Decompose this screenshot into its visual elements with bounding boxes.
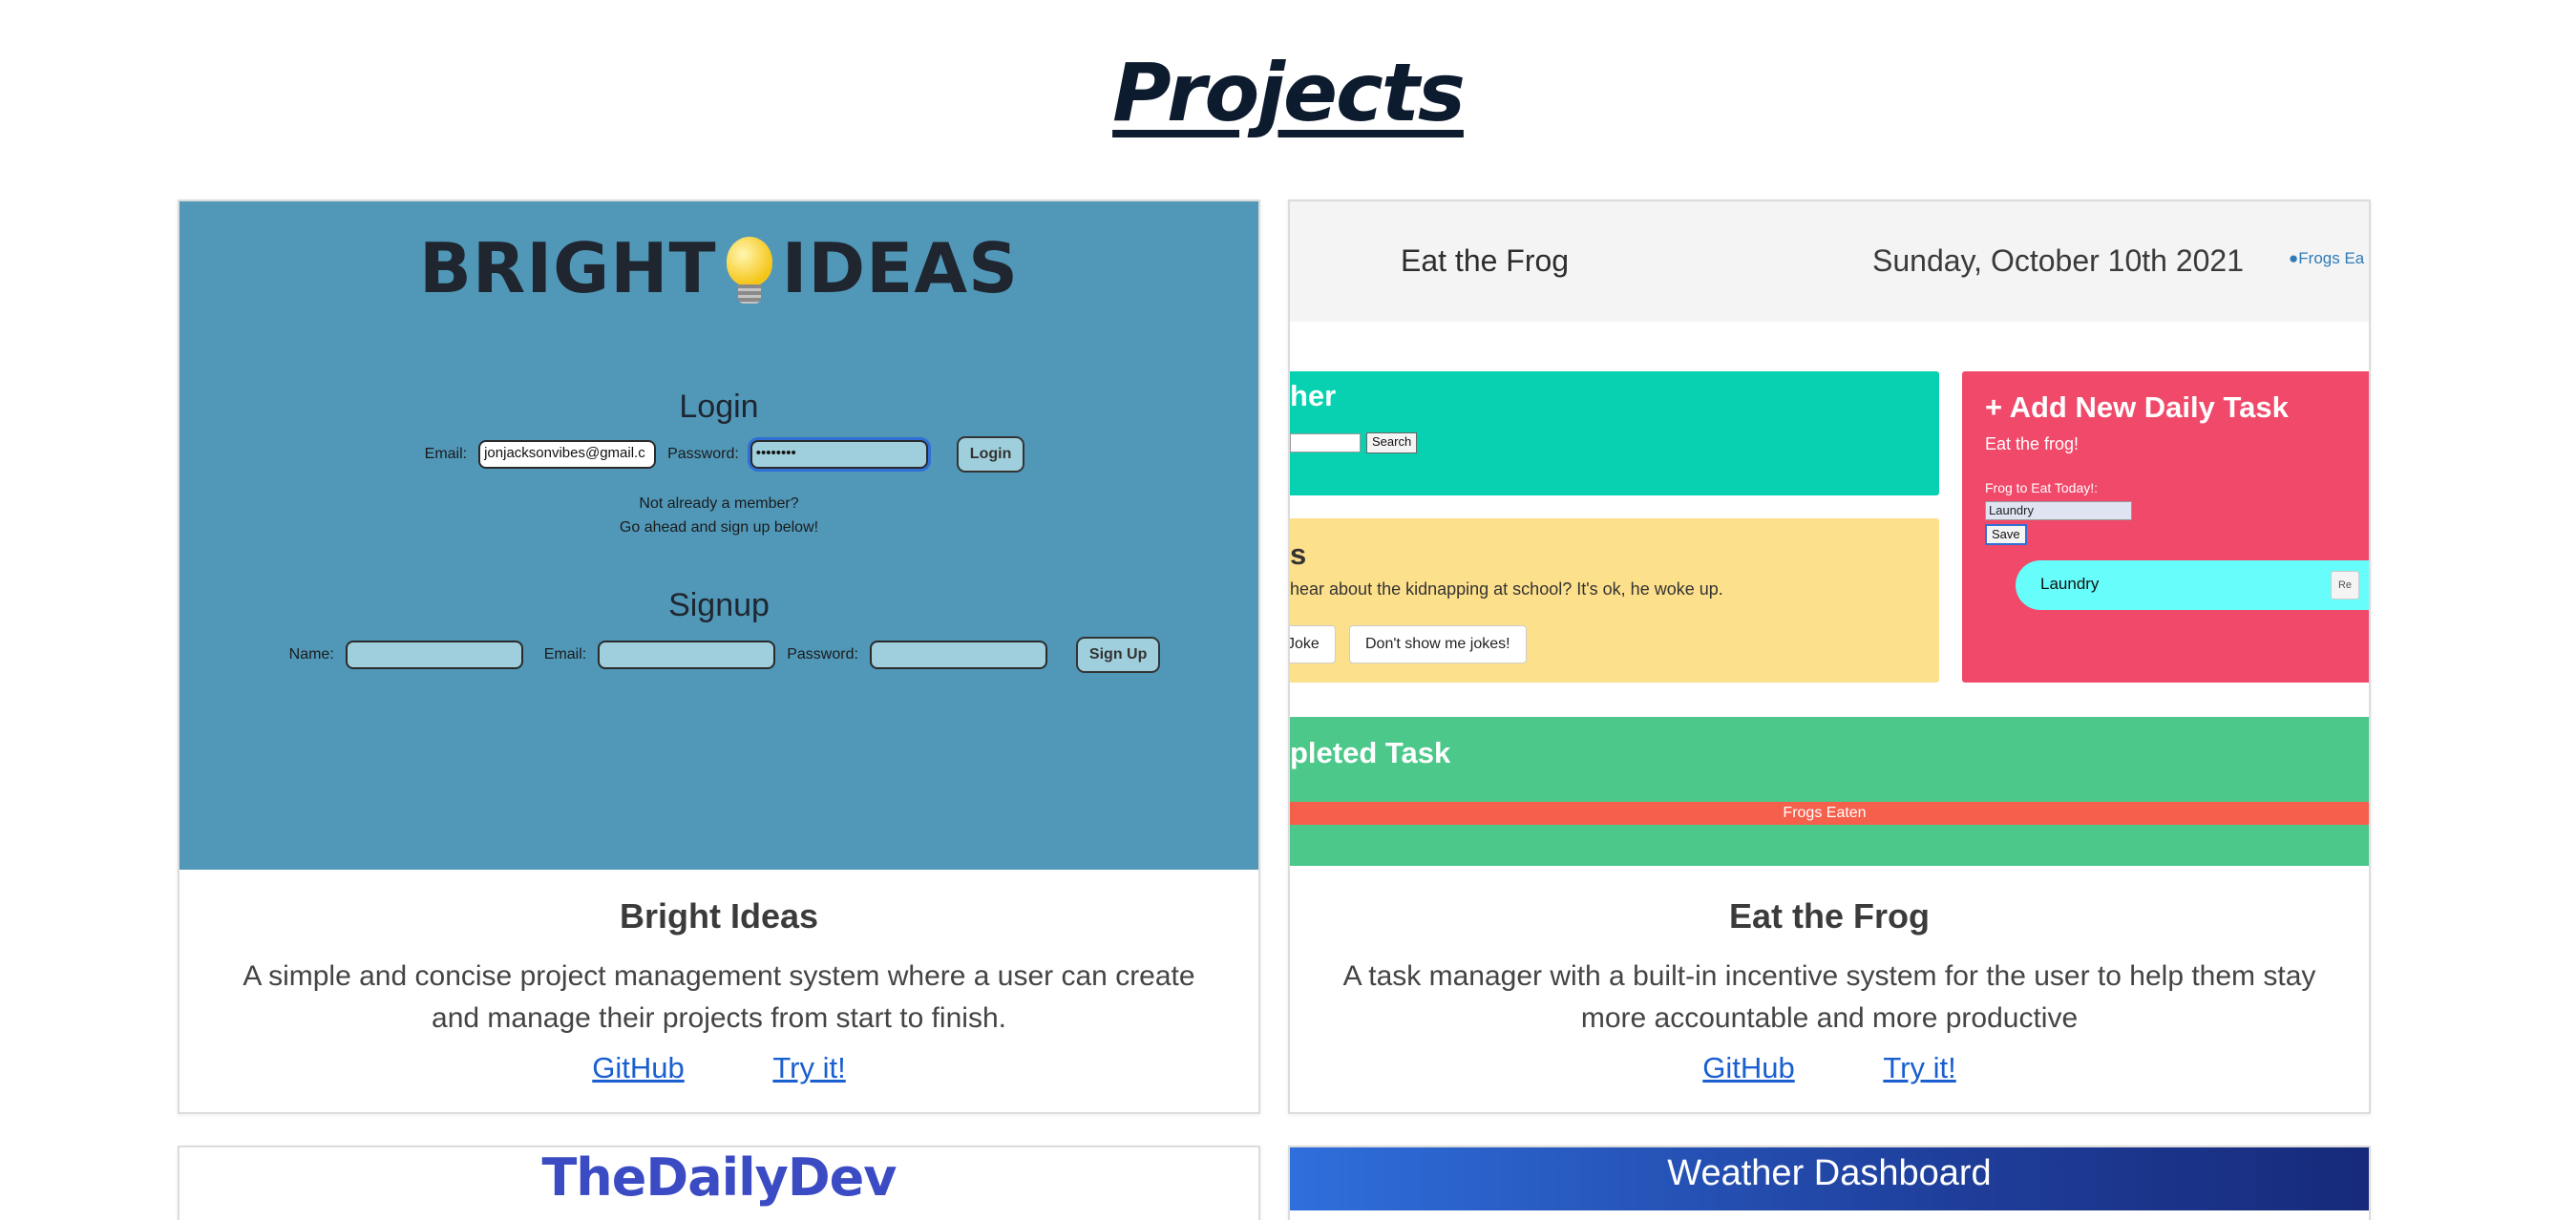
joke-text: hear about the kidnapping at school? It'… bbox=[1290, 579, 1723, 599]
add-task-title: + Add New Daily Task bbox=[1985, 390, 2289, 424]
joke-button: Joke bbox=[1290, 625, 1336, 663]
login-row: Email: jonjacksonvibes@gmail.c Password:… bbox=[179, 436, 1258, 473]
project-card-the-daily-dev: TheDailyDev bbox=[178, 1146, 1260, 1220]
frog-app-name: Eat the Frog bbox=[1401, 243, 1570, 278]
frog-date: Sunday, October 10th 2021 bbox=[1872, 243, 2245, 278]
github-link[interactable]: GitHub bbox=[1702, 1051, 1794, 1084]
login-button[interactable]: Login bbox=[956, 436, 1025, 473]
bright-ideas-logo: BRIGHT IDEAS bbox=[419, 228, 1019, 309]
name-label: Name: bbox=[288, 646, 334, 663]
frog-label: Frog to Eat Today!: bbox=[1985, 480, 2099, 495]
login-heading: Login bbox=[679, 389, 759, 425]
frog-input: Laundry bbox=[1985, 501, 2132, 520]
signup-heading: Signup bbox=[668, 587, 770, 623]
weather-dashboard-header: Weather Dashboard bbox=[1290, 1147, 2369, 1210]
name-field[interactable] bbox=[345, 641, 523, 669]
project-preview-image: Eat the Frog Sunday, October 10th 2021 ●… bbox=[1290, 201, 2369, 870]
card-links: GitHub Try it! bbox=[1290, 1051, 2369, 1085]
card-links: GitHub Try it! bbox=[179, 1051, 1258, 1085]
frogs-eaten-bar: Frogs Eaten bbox=[1290, 802, 2369, 825]
project-card-eat-the-frog: Eat the Frog Sunday, October 10th 2021 ●… bbox=[1288, 200, 2371, 1114]
no-jokes-button: Don't show me jokes! bbox=[1349, 625, 1527, 663]
card-body: Eat the Frog A task manager with a built… bbox=[1290, 870, 2369, 1112]
email-field[interactable]: jonjacksonvibes@gmail.c bbox=[478, 440, 657, 469]
signup-note: Not already a member? Go ahead and sign … bbox=[619, 495, 819, 536]
project-card-bright-ideas: BRIGHT IDEAS Login Email: jonjacksonvibes… bbox=[178, 200, 1260, 1114]
frog-icon: ● bbox=[2289, 249, 2299, 267]
frog-header: Eat the Frog Sunday, October 10th 2021 ●… bbox=[1290, 201, 2369, 322]
joke-title: s bbox=[1290, 537, 1307, 571]
signup-email-label: Email: bbox=[543, 646, 587, 663]
completed-title: pleted Task bbox=[1290, 736, 1451, 769]
try-it-link[interactable]: Try it! bbox=[1883, 1051, 1955, 1084]
password-label: Password: bbox=[667, 446, 739, 462]
card-description: A task manager with a built-in incentive… bbox=[1342, 960, 2316, 1034]
save-button: Save bbox=[1985, 524, 2027, 545]
signup-button[interactable]: Sign Up bbox=[1075, 637, 1161, 673]
password-field[interactable]: •••••••• bbox=[750, 440, 928, 469]
add-task-subtitle: Eat the frog! bbox=[1985, 434, 2080, 453]
remove-task-button: Re bbox=[2331, 571, 2359, 599]
search-button: Search bbox=[1366, 432, 1418, 453]
weather-title: her bbox=[1290, 379, 1337, 412]
try-it-link[interactable]: Try it! bbox=[772, 1051, 845, 1084]
page-title: Projects bbox=[1112, 46, 1466, 139]
weather-dashboard-title: Weather Dashboard bbox=[1667, 1153, 1992, 1193]
card-description: A simple and concise project management … bbox=[243, 960, 1195, 1034]
card-body: Bright Ideas A simple and concise projec… bbox=[179, 870, 1258, 1112]
project-card-weather-dashboard: Weather Dashboard bbox=[1288, 1146, 2371, 1220]
lightbulb-icon bbox=[726, 237, 772, 309]
signup-row: Name: Email: Password: Sign Up bbox=[179, 637, 1258, 673]
signup-password-label: Password: bbox=[787, 646, 858, 663]
frogs-eaten-link: ●Frogs Ea bbox=[2289, 249, 2365, 267]
email-label: Email: bbox=[424, 446, 468, 462]
signup-email-field[interactable] bbox=[598, 641, 776, 669]
signup-password-field[interactable] bbox=[869, 641, 1047, 669]
completed-panel bbox=[1290, 717, 2369, 866]
card-title: Eat the Frog bbox=[1728, 896, 1930, 936]
project-preview-image: BRIGHT IDEAS Login Email: jonjacksonvibes… bbox=[179, 201, 1258, 870]
card-title: Bright Ideas bbox=[619, 896, 819, 936]
task-item: Laundry Re bbox=[2016, 560, 2369, 610]
github-link[interactable]: GitHub bbox=[592, 1051, 684, 1084]
weather-search-input bbox=[1290, 433, 1361, 452]
the-daily-dev-logo: TheDailyDev bbox=[541, 1147, 897, 1208]
